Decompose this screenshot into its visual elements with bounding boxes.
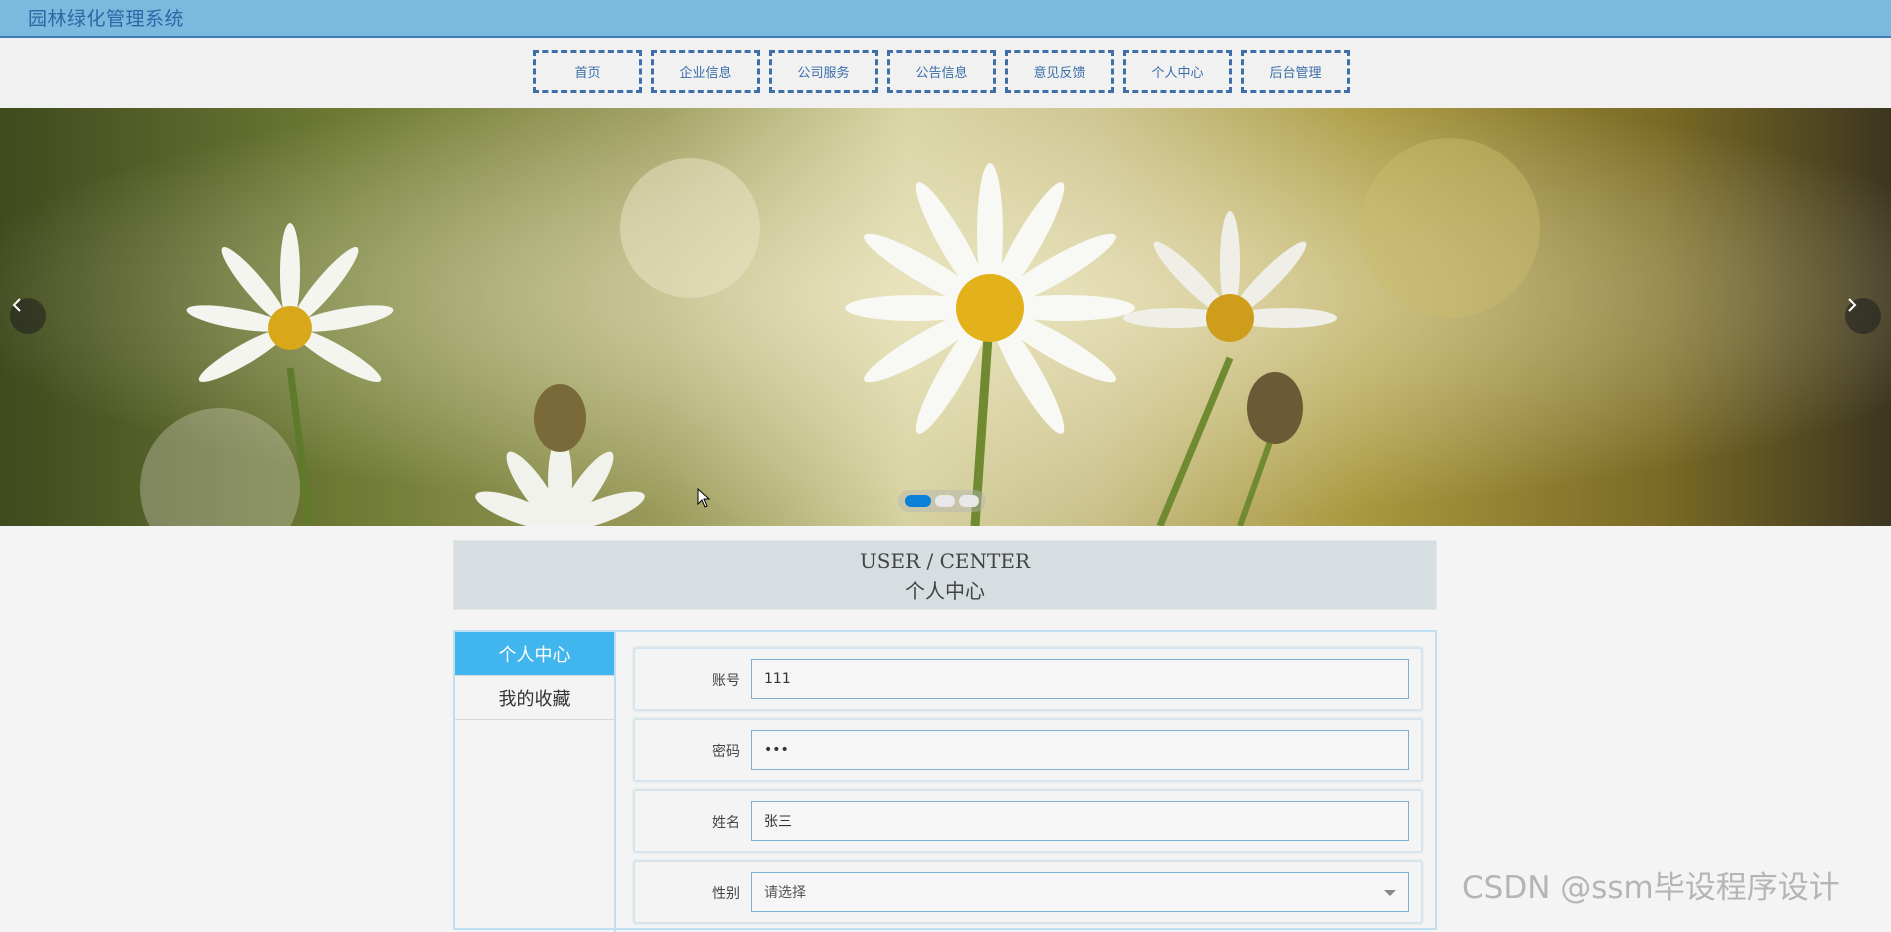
form-row-account: 账号 111 <box>634 648 1422 710</box>
carousel-prev-button[interactable] <box>10 298 46 334</box>
top-header: 园林绿化管理系统 <box>0 0 1891 38</box>
user-sidebar: 个人中心 我的收藏 <box>455 632 616 932</box>
nav-item-company-info[interactable]: 企业信息 <box>651 50 760 93</box>
sidebar-item-favorites[interactable]: 我的收藏 <box>455 676 614 720</box>
chevron-left-icon <box>12 298 21 312</box>
name-label: 姓名 <box>712 815 740 831</box>
carousel-next-button[interactable] <box>1845 298 1881 334</box>
site-title[interactable]: 园林绿化管理系统 <box>28 4 184 31</box>
carousel-dot-1[interactable] <box>905 495 931 507</box>
nav-item-company-services[interactable]: 公司服务 <box>769 50 878 93</box>
section-title-en: USER / CENTER <box>859 549 1031 573</box>
main-nav: 首页 企业信息 公司服务 公告信息 意见反馈 个人中心 后台管理 <box>0 38 1891 108</box>
form-row-gender: 性别 请选择 <box>634 861 1422 923</box>
chevron-down-icon <box>1384 890 1396 896</box>
gender-label: 性别 <box>712 886 740 902</box>
carousel-dot-2[interactable] <box>935 495 955 507</box>
nav-items: 首页 企业信息 公司服务 公告信息 意见反馈 个人中心 后台管理 <box>533 50 1350 93</box>
name-input[interactable]: 张三 <box>751 801 1409 841</box>
form-row-name: 姓名 张三 <box>634 790 1422 852</box>
section-title: USER / CENTER 个人中心 <box>453 540 1437 610</box>
chevron-right-icon <box>1848 298 1857 312</box>
account-label: 账号 <box>712 673 740 689</box>
profile-form: 账号 111 密码 ••• 姓名 张三 性别 请选择 <box>634 648 1422 932</box>
nav-item-admin[interactable]: 后台管理 <box>1241 50 1350 93</box>
mouse-cursor-icon <box>697 488 711 508</box>
user-center-panel: 个人中心 我的收藏 账号 111 密码 ••• 姓名 张三 性别 请选择 <box>453 630 1437 932</box>
nav-item-user-center[interactable]: 个人中心 <box>1123 50 1232 93</box>
nav-item-home[interactable]: 首页 <box>533 50 642 93</box>
carousel-indicators <box>898 490 986 512</box>
banner-image <box>0 108 1891 526</box>
gender-select[interactable]: 请选择 <box>751 872 1409 912</box>
banner-carousel <box>0 108 1891 526</box>
account-input[interactable]: 111 <box>751 659 1409 699</box>
carousel-dot-3[interactable] <box>959 495 979 507</box>
sidebar-item-user-center[interactable]: 个人中心 <box>455 632 614 676</box>
password-label: 密码 <box>712 744 740 760</box>
password-input[interactable]: ••• <box>751 730 1409 770</box>
form-row-password: 密码 ••• <box>634 719 1422 781</box>
watermark: CSDN @ssm毕设程序设计 <box>1462 870 1840 906</box>
nav-item-feedback[interactable]: 意见反馈 <box>1005 50 1114 93</box>
gender-select-value: 请选择 <box>764 885 806 901</box>
nav-item-announcements[interactable]: 公告信息 <box>887 50 996 93</box>
section-title-cn: 个人中心 <box>905 579 985 603</box>
